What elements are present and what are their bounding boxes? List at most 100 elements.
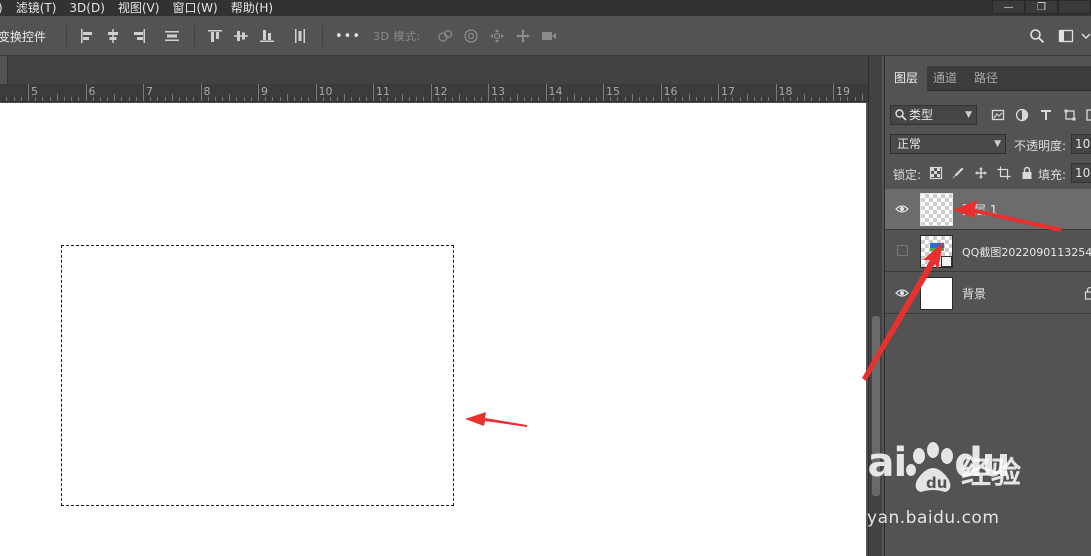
ruler-minor-tick: [466, 97, 468, 101]
fill-input[interactable]: 100: [1071, 163, 1091, 183]
ruler-minor-tick: [265, 97, 267, 101]
menu-item-help[interactable]: 帮助(H): [231, 0, 273, 16]
align-right-icon[interactable]: [131, 28, 147, 44]
ruler-minor-tick: [6, 97, 8, 101]
ruler-minor-tick: [689, 94, 691, 101]
separator: [194, 25, 195, 47]
ruler-minor-tick: [610, 97, 612, 101]
ruler-minor-tick: [408, 97, 410, 101]
menu-item-3d[interactable]: 3D(D): [69, 0, 104, 16]
layer-name[interactable]: QQ截图20220901132541: [962, 244, 1091, 260]
ruler-minor-tick: [171, 94, 173, 101]
ruler-minor-tick: [682, 97, 684, 101]
menu-item-edit-partial[interactable]: ): [0, 0, 3, 16]
blend-mode-select[interactable]: 正常 ▼: [890, 134, 1006, 154]
lock-all-icon[interactable]: [1020, 166, 1034, 180]
marquee-selection[interactable]: [61, 245, 454, 506]
fill-label: 填充:: [1038, 168, 1067, 182]
ruler-minor-tick: [114, 94, 116, 101]
ruler-major-tick: [545, 84, 547, 101]
minimize-button[interactable]: —: [992, 0, 1025, 14]
opacity-input[interactable]: 100: [1071, 134, 1091, 154]
chevron-down-icon: ▼: [965, 110, 972, 120]
layer-thumbnail-white[interactable]: [920, 277, 953, 310]
menu-item-window[interactable]: 窗口(W): [172, 0, 217, 16]
ruler-minor-tick: [459, 94, 461, 101]
tab-channels[interactable]: 通道: [933, 66, 957, 91]
ruler-minor-tick: [186, 97, 188, 101]
tab-layers[interactable]: 图层: [885, 66, 927, 91]
3d-orbit-icon[interactable]: [437, 28, 453, 44]
layer-name[interactable]: 背景: [962, 285, 986, 302]
ruler-minor-tick: [638, 97, 640, 101]
ruler-minor-tick: [178, 97, 180, 101]
menu-item-view[interactable]: 视图(V): [118, 0, 160, 16]
ruler-minor-tick: [121, 97, 123, 101]
ruler-minor-tick: [351, 97, 353, 101]
ruler-minor-tick: [63, 97, 65, 101]
layer-filter-label: 类型: [909, 108, 934, 122]
blend-mode-value: 正常: [897, 137, 922, 151]
ruler-major-tick: [430, 84, 432, 101]
horizontal-ruler[interactable]: 5 6 7 8 9 10 11 12 13 14 15 16 17 18 19: [0, 84, 868, 102]
distribute-horizontal-icon[interactable]: [164, 28, 180, 44]
restore-button[interactable]: ❐: [1025, 0, 1058, 14]
jingyan-text: 经验: [961, 456, 1021, 491]
filter-smart-object-icon[interactable]: [1085, 108, 1091, 122]
filter-type-icon[interactable]: [1039, 108, 1053, 122]
align-top-icon[interactable]: [207, 28, 223, 44]
ruler-minor-tick: [653, 97, 655, 101]
layer-name[interactable]: 图层 1: [962, 201, 997, 218]
canvas-area[interactable]: [0, 103, 868, 556]
3d-scale-camera-icon[interactable]: [541, 28, 557, 44]
filter-pixel-icon[interactable]: [991, 108, 1005, 122]
layer-thumbnail-smart-object[interactable]: [920, 235, 953, 268]
search-icon: [894, 108, 908, 122]
align-vertical-center-icon[interactable]: [233, 28, 249, 44]
3d-roll-icon[interactable]: [463, 28, 479, 44]
layer-thumbnail-transparent[interactable]: [920, 193, 953, 226]
document-canvas[interactable]: [0, 103, 866, 556]
ruler-minor-tick: [308, 97, 310, 101]
workspace-icon[interactable]: [1058, 28, 1074, 44]
3d-pan-icon[interactable]: [489, 28, 505, 44]
ruler-major-tick: [315, 84, 317, 101]
layer-row-qq-screenshot[interactable]: QQ截图20220901132541: [885, 231, 1091, 272]
filter-shape-icon[interactable]: [1063, 108, 1077, 122]
eye-icon[interactable]: [895, 202, 909, 216]
3d-slide-icon[interactable]: [515, 28, 531, 44]
menu-item-filter[interactable]: 滤镜(T): [16, 0, 57, 16]
3d-mode-label: 3D 模式:: [373, 30, 421, 43]
ruler-minor-tick: [753, 97, 755, 101]
workspace-dropdown-icon[interactable]: [1080, 28, 1091, 44]
layer-row-background[interactable]: 背景: [885, 273, 1091, 314]
lock-image-pixels-icon[interactable]: [951, 166, 965, 180]
ruler-minor-tick: [631, 94, 633, 101]
align-left-icon[interactable]: [79, 28, 95, 44]
show-transform-controls-label[interactable]: 变换控件: [0, 16, 46, 56]
ruler-minor-tick: [286, 94, 288, 101]
ruler-major-tick: [28, 84, 29, 101]
eye-icon[interactable]: [895, 286, 909, 300]
lock-position-icon[interactable]: [974, 166, 988, 180]
distribute-vertical-icon[interactable]: [292, 28, 308, 44]
ruler-minor-tick: [696, 97, 698, 101]
ruler-minor-tick: [71, 97, 73, 101]
ruler-minor-tick: [473, 97, 475, 101]
more-options-button[interactable]: •••: [335, 16, 361, 56]
lock-artboard-icon[interactable]: [997, 166, 1011, 180]
ruler-minor-tick: [674, 97, 676, 101]
align-bottom-icon[interactable]: [259, 28, 275, 44]
search-icon[interactable]: [1029, 28, 1045, 44]
close-button-partial[interactable]: [1058, 0, 1091, 14]
tab-paths[interactable]: 路径: [974, 66, 998, 91]
ruler-minor-tick: [293, 97, 295, 101]
visibility-toggle-off[interactable]: [897, 245, 908, 256]
lock-transparent-pixels-icon[interactable]: [929, 166, 943, 180]
layer-row-1[interactable]: 图层 1: [885, 189, 1091, 230]
document-tab[interactable]: [0, 56, 8, 84]
ruler-minor-tick: [272, 97, 274, 101]
ruler-minor-tick: [193, 97, 195, 101]
align-horizontal-center-icon[interactable]: [105, 28, 121, 44]
filter-adjustment-icon[interactable]: [1015, 108, 1029, 122]
